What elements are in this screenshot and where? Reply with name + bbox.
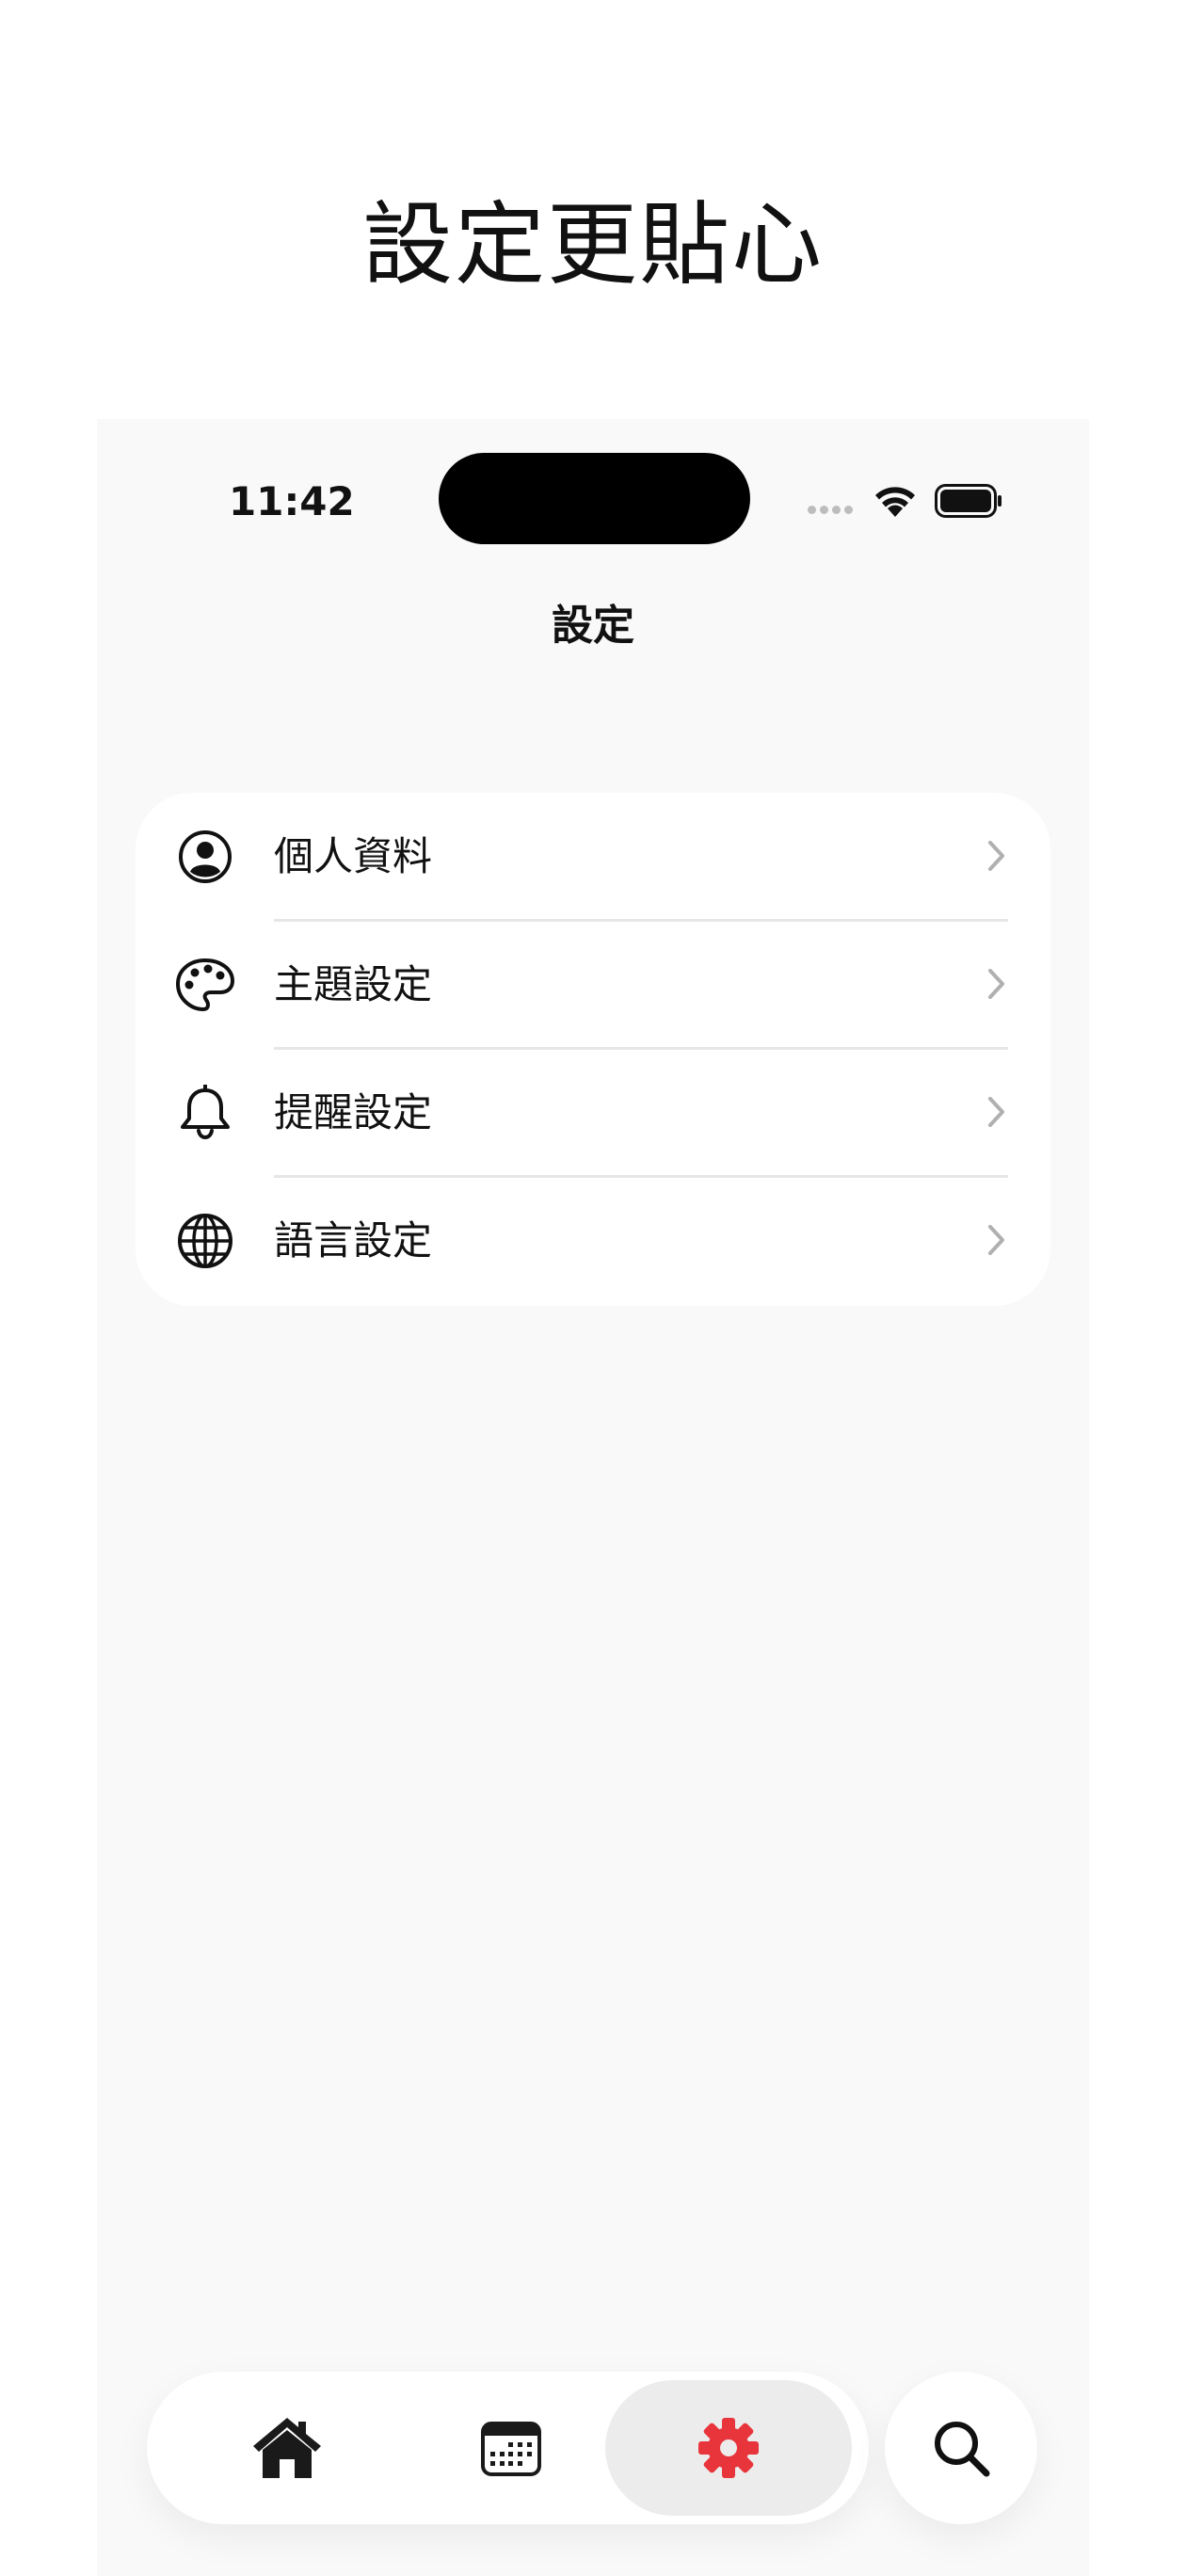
settings-item-label: 主題設定 (274, 961, 433, 1007)
settings-item-theme[interactable]: 主題設定 (136, 921, 1050, 1049)
settings-item-label: 語言設定 (274, 1217, 433, 1264)
chevron-right-icon (987, 968, 1006, 1004)
battery-icon (935, 484, 1002, 522)
person-circle-icon (174, 829, 236, 885)
promo-headline: 設定更貼心 (362, 192, 824, 298)
chevron-right-icon (987, 1096, 1006, 1132)
home-icon (253, 2418, 321, 2478)
chevron-right-icon (987, 1224, 1006, 1260)
gear-icon (698, 2418, 759, 2478)
search-button[interactable] (885, 2372, 1037, 2524)
tab-home[interactable] (164, 2380, 410, 2516)
status-time: 11:42 (229, 478, 355, 524)
wifi-icon (873, 483, 917, 521)
palette-icon (174, 957, 236, 1013)
settings-list: 個人資料 主題設定 提醒設定 語言設定 (136, 793, 1050, 1306)
tab-bar (147, 2372, 869, 2524)
chevron-right-icon (987, 840, 1006, 876)
search-icon (935, 2422, 990, 2477)
tab-settings[interactable] (605, 2380, 852, 2516)
settings-item-reminder[interactable]: 提醒設定 (136, 1049, 1050, 1177)
phone-screen: 11:42 設定 個人資料 主題設定 提醒設定 語言設定 (97, 419, 1089, 2576)
bell-icon (174, 1084, 236, 1141)
settings-item-label: 提醒設定 (274, 1089, 433, 1135)
tab-calendar[interactable] (388, 2380, 634, 2516)
calendar-icon (481, 2422, 541, 2476)
page-title: 設定 (552, 602, 634, 650)
globe-icon (174, 1213, 236, 1269)
settings-item-label: 個人資料 (274, 833, 433, 879)
dynamic-island (439, 453, 750, 544)
settings-item-profile[interactable]: 個人資料 (136, 793, 1050, 921)
settings-item-language[interactable]: 語言設定 (136, 1177, 1050, 1305)
